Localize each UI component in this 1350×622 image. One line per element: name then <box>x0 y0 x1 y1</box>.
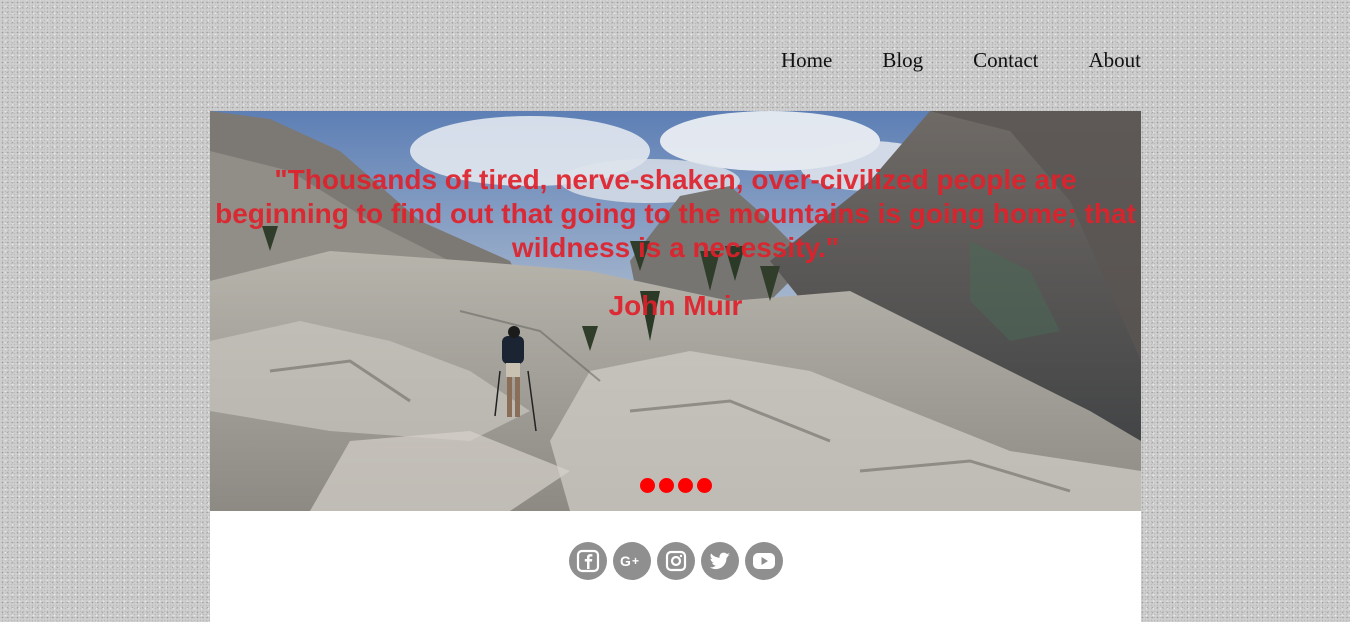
twitter-icon[interactable] <box>701 542 739 580</box>
nav-contact-link[interactable]: Contact <box>973 46 1038 74</box>
nav-about-link[interactable]: About <box>1089 46 1142 74</box>
facebook-icon[interactable] <box>569 542 607 580</box>
main-nav: Home Blog Contact About <box>781 46 1141 74</box>
google-plus-icon[interactable]: G + <box>613 542 651 580</box>
svg-text:+: + <box>632 554 639 568</box>
slide-dot-4[interactable] <box>697 478 712 493</box>
social-icons: G + <box>569 542 783 580</box>
hero-quote: "Thousands of tired, nerve-shaken, over-… <box>215 164 1136 263</box>
hero-quote-author: John Muir <box>608 290 743 321</box>
nav-home-link[interactable]: Home <box>781 46 832 74</box>
social-panel: G + <box>210 511 1141 622</box>
slide-dot-3[interactable] <box>678 478 693 493</box>
hero-slider: "Thousands of tired, nerve-shaken, over-… <box>210 111 1141 511</box>
slide-dot-1[interactable] <box>640 478 655 493</box>
nav-blog-link[interactable]: Blog <box>882 46 923 74</box>
instagram-icon[interactable] <box>657 542 695 580</box>
youtube-icon[interactable] <box>745 542 783 580</box>
slide-dot-2[interactable] <box>659 478 674 493</box>
svg-text:G: G <box>620 553 631 569</box>
slide-indicators <box>640 478 712 493</box>
